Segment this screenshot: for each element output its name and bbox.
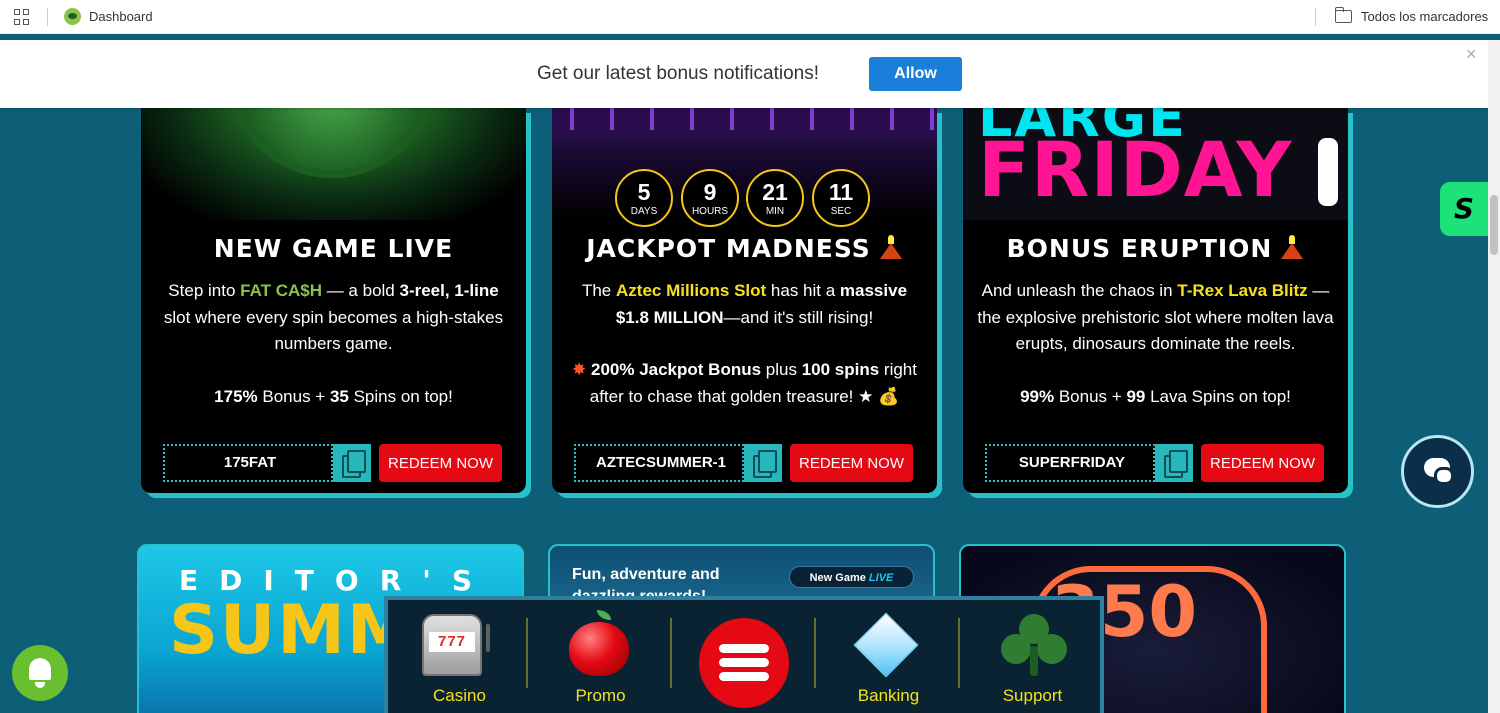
bookmarks-bar: Dashboard Todos los marcadores bbox=[0, 0, 1500, 34]
divider bbox=[814, 618, 816, 688]
folder-icon[interactable] bbox=[1334, 7, 1352, 23]
nav-menu[interactable] bbox=[673, 600, 816, 713]
dashboard-favicon-icon bbox=[64, 8, 81, 25]
countdown-seconds: 11 SEC bbox=[812, 169, 870, 227]
promo-description: The Aztec Millions Slot has hit a massiv… bbox=[572, 281, 917, 406]
promo-art-fat-cash bbox=[141, 108, 526, 220]
nav-casino[interactable]: Casino bbox=[388, 600, 531, 713]
redeem-button[interactable]: REDEEM NOW bbox=[790, 444, 913, 482]
countdown-hours: 9 HOURS bbox=[681, 169, 739, 227]
side-widget-button[interactable]: S bbox=[1440, 182, 1488, 236]
promo-code: SUPERFRIDAY bbox=[1018, 454, 1126, 471]
volcano-icon bbox=[1280, 235, 1304, 259]
promo-code-box[interactable]: AZTECSUMMER-1 bbox=[574, 444, 744, 482]
nav-label: Promo bbox=[575, 686, 626, 705]
copy-code-icon[interactable] bbox=[744, 444, 782, 482]
promo-card-new-game: NEW GAME LIVE Step into FAT CA$H — a bol… bbox=[141, 108, 526, 493]
notification-text: Get our latest bonus notifications! bbox=[537, 63, 819, 84]
all-bookmarks-link[interactable]: Todos los marcadores bbox=[1361, 9, 1488, 24]
bookmark-dashboard[interactable]: Dashboard bbox=[89, 9, 153, 24]
countdown-days: 5 DAYS bbox=[615, 169, 673, 227]
promo-tagline: Fun, adventure and bbox=[572, 566, 720, 583]
nav-promo[interactable]: Promo bbox=[529, 600, 672, 713]
countdown-minutes: 21 MIN bbox=[746, 169, 804, 227]
promo-code-box[interactable]: SUPERFRIDAY bbox=[985, 444, 1155, 482]
promo-art-large-friday: LARGE FRIDAY bbox=[963, 108, 1348, 220]
clover-icon bbox=[1001, 614, 1067, 680]
copy-code-icon[interactable] bbox=[333, 444, 371, 482]
promo-card-bonus-eruption: LARGE FRIDAY BONUS ERUPTION And unleash … bbox=[963, 108, 1348, 493]
promo-description: Step into FAT CA$H — a bold 3-reel, 1-li… bbox=[163, 281, 504, 406]
divider bbox=[670, 618, 672, 688]
divider bbox=[526, 618, 528, 688]
close-icon[interactable]: × bbox=[1466, 44, 1477, 65]
slot-machine-icon bbox=[422, 614, 490, 676]
summer-heading: SUMM bbox=[169, 591, 417, 670]
nav-label: Banking bbox=[857, 686, 920, 705]
promo-title: BONUS ERUPTION bbox=[963, 234, 1348, 263]
scrollbar-thumb[interactable] bbox=[1490, 195, 1498, 255]
promo-card-jackpot: 5 DAYS 9 HOURS 21 MIN 11 SEC JACKPOT MADNESS… bbox=[552, 108, 937, 493]
promo-title: JACKPOT MADNESS bbox=[552, 234, 937, 263]
nav-support[interactable]: Support bbox=[961, 600, 1104, 713]
copy-code-icon[interactable] bbox=[1155, 444, 1193, 482]
apps-grid-icon[interactable] bbox=[14, 9, 30, 25]
promo-code: 175FAT bbox=[223, 454, 277, 471]
menu-icon bbox=[699, 618, 789, 708]
chat-icon[interactable] bbox=[1401, 435, 1474, 508]
promo-code-box[interactable]: 175FAT bbox=[163, 444, 333, 482]
notification-bar: Get our latest bonus notifications! Allo… bbox=[0, 40, 1500, 108]
nav-label: Casino bbox=[433, 686, 486, 705]
nav-label: Support bbox=[1002, 686, 1063, 705]
promo-description: And unleash the chaos in T-Rex Lava Blit… bbox=[977, 281, 1334, 406]
nav-banking[interactable]: Banking bbox=[817, 600, 960, 713]
apple-icon bbox=[569, 610, 629, 676]
redeem-button[interactable]: REDEEM NOW bbox=[1201, 444, 1324, 482]
promo-code: AZTECSUMMER-1 bbox=[596, 454, 726, 471]
volcano-icon bbox=[879, 235, 903, 259]
bell-icon[interactable] bbox=[12, 645, 68, 701]
promo-art-aztec bbox=[552, 108, 937, 220]
diamond-icon bbox=[853, 612, 919, 678]
divider bbox=[47, 8, 48, 26]
scrollbar[interactable] bbox=[1488, 40, 1500, 713]
redeem-button[interactable]: REDEEM NOW bbox=[379, 444, 502, 482]
promo-title: NEW GAME LIVE bbox=[213, 234, 454, 263]
divider bbox=[1315, 8, 1316, 26]
bottom-nav: Casino Promo Banking Support bbox=[384, 596, 1104, 713]
allow-button[interactable]: Allow bbox=[869, 57, 962, 91]
burst-icon: ✸ bbox=[572, 360, 587, 379]
new-game-badge: New Game LIVE bbox=[789, 566, 914, 588]
divider bbox=[958, 618, 960, 688]
